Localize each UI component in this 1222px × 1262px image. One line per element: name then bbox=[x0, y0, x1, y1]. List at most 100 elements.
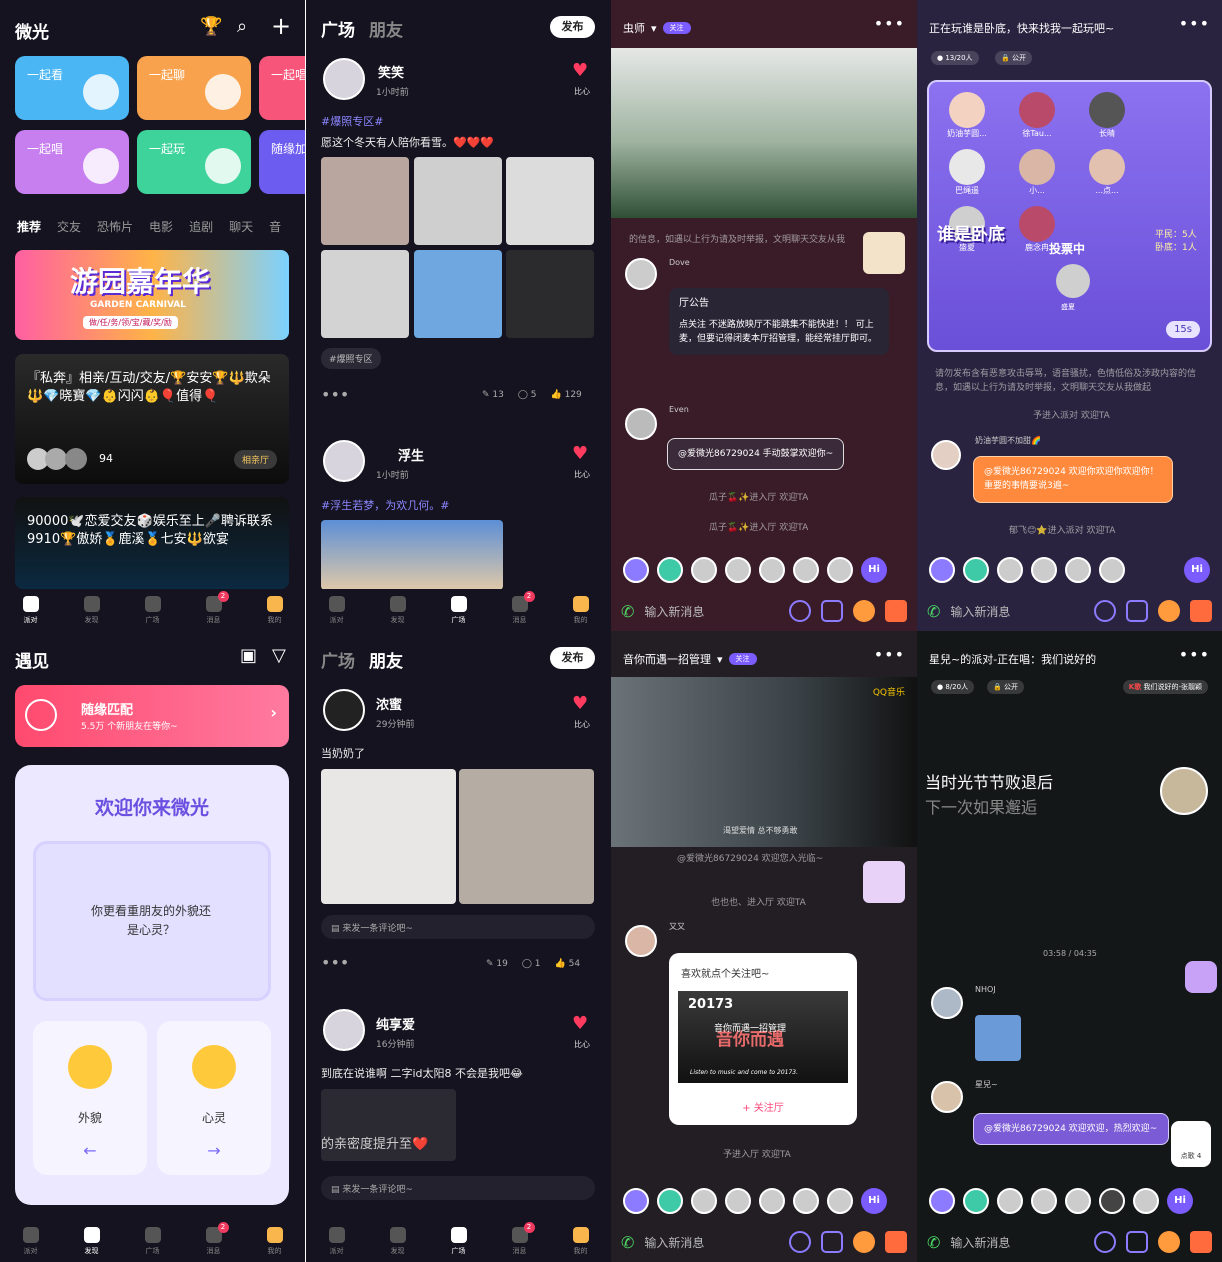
emoji-icon[interactable] bbox=[1094, 600, 1116, 622]
phone-icon[interactable]: ✆ bbox=[621, 602, 634, 621]
player-seat[interactable]: 小... bbox=[1009, 149, 1065, 196]
hi-button[interactable]: Hi bbox=[861, 1188, 887, 1214]
player-seat[interactable]: 长晴 bbox=[1079, 92, 1135, 139]
avatar[interactable] bbox=[323, 58, 365, 100]
nav-discover[interactable]: 发现 bbox=[373, 1226, 423, 1256]
player-seat[interactable]: 巴绳遥 bbox=[939, 149, 995, 196]
post-image[interactable] bbox=[321, 157, 409, 245]
nav-discover[interactable]: 发现 bbox=[67, 595, 117, 625]
room-name[interactable]: 星兒~的派对-正在唱：我们说好的 bbox=[929, 651, 1096, 667]
inventory-icon[interactable] bbox=[657, 1188, 683, 1214]
seat-avatar[interactable] bbox=[1031, 1188, 1057, 1214]
nav-me[interactable]: 我的 bbox=[556, 595, 606, 625]
chat-username[interactable]: NHOJ bbox=[975, 985, 996, 994]
chevron-down-icon[interactable]: ▾ bbox=[717, 653, 723, 666]
now-playing-song[interactable]: K歌 我们说好的-张靓颖 bbox=[1122, 680, 1208, 694]
heart-icon[interactable]: ♥ bbox=[572, 60, 588, 81]
more-icon[interactable]: ••• bbox=[1179, 645, 1210, 664]
hi-button[interactable]: Hi bbox=[1167, 1188, 1193, 1214]
gift-icon[interactable] bbox=[885, 600, 907, 622]
plus-icon[interactable] bbox=[1126, 600, 1148, 622]
random-match-card[interactable]: 随缘匹配 5.5万 个新朋友在等你~ › bbox=[15, 685, 289, 747]
more-icon[interactable]: ••• bbox=[321, 953, 349, 972]
heart-icon[interactable]: ♥ bbox=[572, 1013, 588, 1034]
avatar[interactable] bbox=[323, 1009, 365, 1051]
nav-messages[interactable]: 消息 2 bbox=[495, 590, 545, 625]
nav-discover[interactable]: 发现 bbox=[373, 595, 423, 625]
add-user-icon[interactable] bbox=[623, 1188, 649, 1214]
player-seat[interactable]: 徐Tau... bbox=[1009, 92, 1065, 139]
chat-username[interactable]: 奶油芋圆不加甜🌈 bbox=[975, 435, 1041, 446]
like-count[interactable]: 👍 54 bbox=[555, 959, 581, 969]
seat-avatar[interactable] bbox=[725, 557, 751, 583]
plus-icon[interactable] bbox=[821, 1231, 843, 1253]
gift-icon[interactable] bbox=[1190, 600, 1212, 622]
nav-square[interactable]: 广场 bbox=[434, 1226, 484, 1256]
seat-avatar[interactable] bbox=[793, 557, 819, 583]
publish-button[interactable]: 发布 bbox=[550, 16, 595, 38]
inventory-icon[interactable] bbox=[657, 557, 683, 583]
option-appearance[interactable]: 外貌 ← bbox=[33, 1021, 147, 1175]
follow-button[interactable]: 关注 bbox=[662, 22, 691, 34]
follow-room-button[interactable]: + 关注厅 bbox=[669, 1099, 857, 1114]
add-user-icon[interactable] bbox=[929, 557, 955, 583]
tab-square[interactable]: 广场 bbox=[321, 647, 355, 672]
nav-party[interactable]: 派对 bbox=[6, 595, 56, 625]
gift-icon[interactable] bbox=[885, 1231, 907, 1253]
more-icon[interactable]: ••• bbox=[321, 385, 349, 404]
post-image[interactable] bbox=[506, 250, 594, 338]
player-seat[interactable]: ...点... bbox=[1079, 149, 1135, 196]
chevron-down-icon[interactable]: ▾ bbox=[651, 22, 657, 35]
hi-button[interactable]: Hi bbox=[861, 557, 887, 583]
hi-button[interactable]: Hi bbox=[1184, 557, 1210, 583]
message-input[interactable]: 输入新消息 bbox=[950, 603, 1084, 620]
post-image[interactable] bbox=[414, 250, 502, 338]
emoji-icon[interactable] bbox=[789, 600, 811, 622]
post-image[interactable]: 的亲密度提升至❤️ bbox=[321, 1089, 456, 1161]
pinwheel-icon[interactable] bbox=[1158, 600, 1180, 622]
gift-banner-icon[interactable] bbox=[863, 861, 905, 903]
tab-friends[interactable]: 朋友 bbox=[369, 647, 403, 672]
post-image[interactable] bbox=[459, 769, 594, 904]
message-input[interactable]: 输入新消息 bbox=[644, 1234, 779, 1251]
seat-avatar[interactable] bbox=[827, 1188, 853, 1214]
tab-chat[interactable]: 聊天 bbox=[229, 218, 253, 235]
seat-avatar[interactable] bbox=[1031, 557, 1057, 583]
nav-square[interactable]: 广场 bbox=[128, 595, 178, 625]
tab-square[interactable]: 广场 bbox=[321, 16, 355, 41]
room-card-2[interactable]: 90000🕊️恋爱交友🎲娱乐至上🎤聘诉联系9910🏆傲娇🏅鹿溪🏅七安🔱欲宴 bbox=[15, 497, 289, 589]
avatar[interactable] bbox=[625, 925, 657, 957]
room-card-1[interactable]: 『私奔』相亲/互动/交友/🏆安安🏆🔱欺朵🔱💎晓寶💎👶闪闪👶🎈值得🎈 94 相亲厅 bbox=[15, 354, 289, 484]
carnival-banner[interactable]: 游园嘉年华 GARDEN CARNIVAL 做/任/务/领/宝/藏/奖/励 bbox=[15, 250, 289, 340]
pinwheel-icon[interactable] bbox=[853, 1231, 875, 1253]
tab-movie[interactable]: 电影 bbox=[149, 218, 173, 235]
post-tag[interactable]: #浮生若梦，为欢几何。# bbox=[321, 497, 449, 513]
trophy-icon[interactable]: 🏆 bbox=[200, 16, 222, 37]
nav-messages[interactable]: 消息 2 bbox=[189, 590, 239, 625]
post-tag[interactable]: #爆照专区# bbox=[321, 113, 383, 129]
room-name[interactable]: 音你而遇一招管理 bbox=[623, 651, 711, 667]
nav-party[interactable]: 派对 bbox=[312, 1226, 362, 1256]
quick-play[interactable]: 一起玩 bbox=[137, 130, 251, 194]
add-user-icon[interactable] bbox=[623, 557, 649, 583]
quick-watch[interactable]: 一起看 bbox=[15, 56, 129, 120]
avatar[interactable] bbox=[323, 440, 365, 482]
player-seat[interactable]: 奶油芋圆... bbox=[939, 92, 995, 139]
plus-icon[interactable] bbox=[1126, 1231, 1148, 1253]
heart-icon[interactable]: ♥ bbox=[572, 443, 588, 464]
post-username[interactable]: 纯享爱 bbox=[376, 1014, 415, 1033]
post-image[interactable] bbox=[321, 769, 456, 904]
post-chip[interactable]: #爆照专区 bbox=[321, 348, 381, 369]
filter-icon[interactable]: ▽ bbox=[272, 645, 286, 666]
seat-avatar[interactable] bbox=[793, 1188, 819, 1214]
seat-avatar[interactable] bbox=[759, 557, 785, 583]
like-count[interactable]: 👍 129 bbox=[551, 390, 582, 400]
search-icon[interactable]: ⌕ bbox=[237, 16, 247, 37]
video-player[interactable] bbox=[611, 48, 917, 218]
post-image[interactable] bbox=[414, 157, 502, 245]
phone-icon[interactable]: ✆ bbox=[927, 1233, 940, 1252]
card-icon[interactable]: ▣ bbox=[240, 645, 257, 666]
nav-messages[interactable]: 消息 2 bbox=[189, 1221, 239, 1256]
singer-avatar[interactable] bbox=[1160, 767, 1208, 815]
tab-friends[interactable]: 朋友 bbox=[369, 16, 403, 41]
